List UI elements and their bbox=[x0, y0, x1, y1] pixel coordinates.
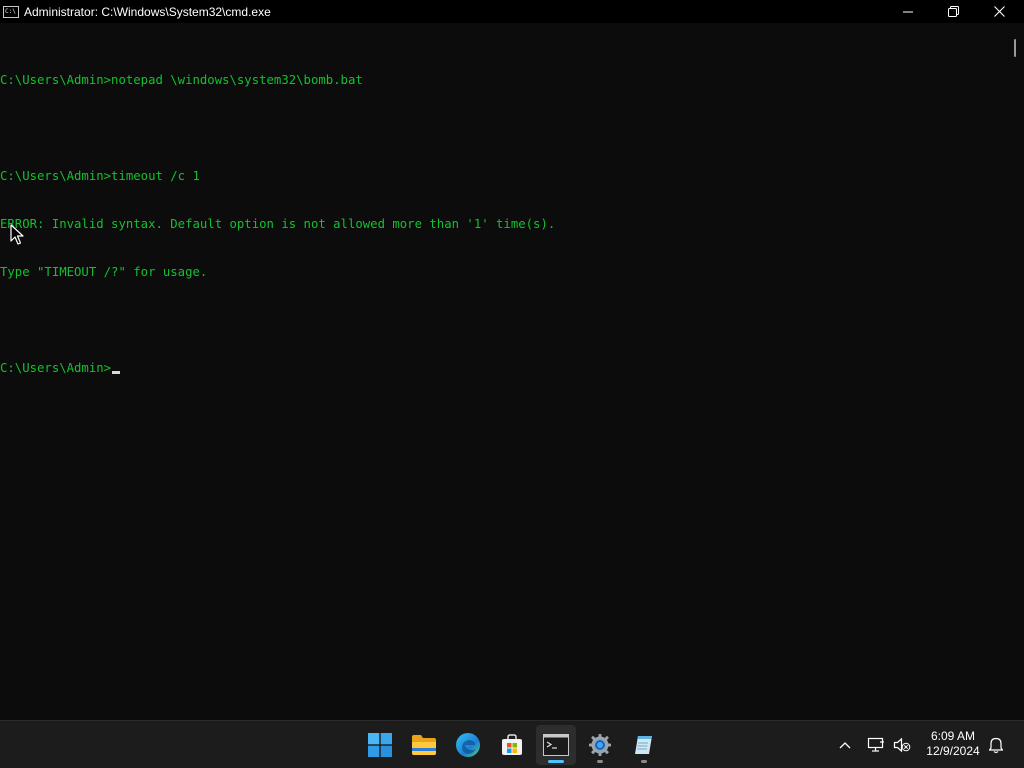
restore-button[interactable] bbox=[930, 0, 976, 23]
network-status-button[interactable] bbox=[864, 733, 888, 757]
text-cursor bbox=[112, 371, 121, 374]
prompt-text: C:\Users\Admin> bbox=[0, 361, 112, 375]
chevron-up-icon bbox=[839, 742, 851, 749]
taskbar: 6:09 AM 12/9/2024 bbox=[0, 720, 1024, 768]
window-title: Administrator: C:\Windows\System32\cmd.e… bbox=[24, 4, 271, 19]
console-text: C:\Users\Admin>notepad \windows\system32… bbox=[0, 40, 555, 408]
windows-start-icon bbox=[368, 733, 392, 757]
vertical-scrollbar[interactable] bbox=[1005, 23, 1024, 720]
title-bar[interactable]: C:\ Administrator: C:\Windows\System32\c… bbox=[0, 0, 1024, 23]
running-indicator bbox=[641, 760, 647, 763]
prompt-line[interactable]: C:\Users\Admin> bbox=[0, 360, 555, 376]
store-icon bbox=[502, 734, 522, 755]
clock-button[interactable]: 6:09 AM 12/9/2024 bbox=[918, 729, 988, 763]
running-indicator bbox=[597, 760, 603, 763]
taskbar-app-command-prompt[interactable] bbox=[536, 725, 576, 765]
volume-button[interactable] bbox=[890, 733, 914, 757]
start-button[interactable] bbox=[360, 725, 400, 765]
taskbar-app-file-explorer[interactable] bbox=[404, 725, 444, 765]
close-icon bbox=[993, 6, 1005, 17]
minimize-button[interactable] bbox=[885, 0, 931, 23]
taskbar-app-notepad[interactable] bbox=[624, 725, 664, 765]
minimize-icon bbox=[903, 11, 913, 12]
mouse-pointer-icon bbox=[10, 224, 24, 245]
console-line: C:\Users\Admin>timeout /c 1 bbox=[0, 169, 200, 183]
console-output-area[interactable]: C:\Users\Admin>notepad \windows\system32… bbox=[0, 23, 1005, 720]
taskbar-app-edge[interactable] bbox=[448, 725, 488, 765]
console-line: C:\Users\Admin>notepad \windows\system32… bbox=[0, 73, 363, 87]
clock-time: 6:09 AM bbox=[930, 729, 976, 743]
console-line: ERROR: Invalid syntax. Default option is… bbox=[0, 217, 556, 231]
cmd-app-icon[interactable]: C:\ bbox=[3, 5, 19, 18]
notifications-button[interactable] bbox=[984, 733, 1008, 757]
clock-date: 12/9/2024 bbox=[926, 744, 980, 758]
restore-icon bbox=[947, 6, 959, 17]
notepad-icon bbox=[635, 736, 652, 754]
volume-muted-icon bbox=[893, 737, 911, 753]
taskbar-app-store[interactable] bbox=[492, 725, 532, 765]
cmd-icon-text: C:\ bbox=[5, 7, 16, 15]
close-button[interactable] bbox=[976, 0, 1022, 23]
show-hidden-icons-button[interactable] bbox=[833, 733, 857, 757]
console-line: Type "TIMEOUT /?" for usage. bbox=[0, 265, 208, 279]
edge-browser-icon bbox=[456, 733, 480, 757]
gear-icon bbox=[589, 734, 611, 756]
active-indicator bbox=[548, 760, 564, 763]
scrollbar-thumb[interactable] bbox=[1014, 39, 1016, 57]
bell-icon bbox=[988, 737, 1004, 754]
network-icon bbox=[867, 737, 884, 752]
terminal-icon bbox=[543, 734, 569, 756]
taskbar-app-settings[interactable] bbox=[580, 725, 620, 765]
folder-icon bbox=[412, 735, 436, 755]
